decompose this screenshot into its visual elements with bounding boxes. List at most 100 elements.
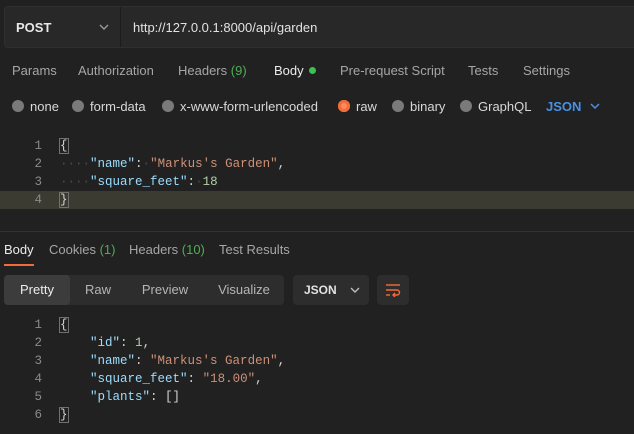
- body-format-select[interactable]: JSON: [546, 94, 601, 118]
- close-brace: }: [59, 407, 69, 423]
- line-number: 4: [34, 193, 42, 207]
- line-number: 3: [34, 175, 42, 189]
- tab-cookies[interactable]: Cookies (1): [49, 238, 115, 262]
- json-value: 1: [135, 336, 143, 350]
- body-type-options: none form-data x-www-form-urlencoded raw…: [0, 94, 634, 118]
- open-brace: {: [59, 317, 69, 333]
- response-format-label: JSON: [304, 283, 337, 297]
- line-number: 2: [34, 157, 42, 171]
- method-label: POST: [16, 19, 52, 35]
- json-key: "id": [90, 336, 121, 350]
- line-number: 6: [34, 408, 42, 422]
- line-number: 3: [34, 354, 42, 368]
- request-body-editor[interactable]: 1 { 2 ····"name":·"Markus's Garden", 3 ·…: [0, 135, 634, 225]
- request-bar: POST http://127.0.0.1:8000/api/garden: [4, 6, 634, 48]
- tab-label: Headers: [129, 242, 179, 257]
- json-key: "name": [90, 354, 136, 368]
- close-brace: }: [59, 192, 69, 208]
- code-line: 3 "name": "Markus's Garden",: [0, 352, 634, 370]
- tab-tests[interactable]: Tests: [468, 58, 498, 84]
- tab-label: Headers: [178, 63, 228, 78]
- tab-label: Cookies: [49, 242, 96, 257]
- radio-circle: [162, 100, 174, 112]
- pane-divider[interactable]: [0, 231, 634, 232]
- method-select[interactable]: POST: [5, 7, 121, 47]
- tab-test-results[interactable]: Test Results: [219, 238, 290, 262]
- view-pretty[interactable]: Pretty: [4, 275, 70, 305]
- active-tab-underline: [4, 264, 34, 266]
- chevron-down-icon: [99, 24, 109, 30]
- line-number: 2: [34, 336, 42, 350]
- radio-label: none: [30, 98, 59, 114]
- radio-graphql[interactable]: GraphQL: [460, 94, 531, 118]
- code-line: 6 }: [0, 406, 634, 424]
- tab-label: Settings: [523, 63, 570, 78]
- url-input[interactable]: http://127.0.0.1:8000/api/garden: [121, 7, 634, 47]
- code-text: "plants": []: [90, 390, 181, 404]
- headers-count: (9): [230, 63, 247, 78]
- tab-label: Authorization: [78, 63, 154, 78]
- body-active-dot: [308, 67, 316, 74]
- code-text: "square_feet": "18.00",: [90, 372, 263, 386]
- code-line: 2 "id": 1,: [0, 334, 634, 352]
- line-number: 5: [34, 390, 42, 404]
- code-line: 2 ····"name":·"Markus's Garden",: [0, 155, 634, 173]
- code-line-current: 4 }: [0, 191, 634, 209]
- response-body-viewer[interactable]: 1 { 2 "id": 1, 3 "name": "Markus's Garde…: [0, 316, 634, 426]
- tab-pre-request-script[interactable]: Pre-request Script: [340, 58, 445, 84]
- radio-label: raw: [356, 98, 377, 114]
- body-format-label: JSON: [546, 98, 582, 114]
- code-text: {: [59, 316, 69, 334]
- line-number: 4: [34, 372, 42, 386]
- response-tabs: Body Cookies (1) Headers (10) Test Resul…: [0, 238, 634, 262]
- json-value: []: [165, 390, 181, 404]
- radio-x-www-form-urlencoded[interactable]: x-www-form-urlencoded: [162, 94, 318, 118]
- json-value: "18.00": [202, 372, 256, 386]
- radio-label: x-www-form-urlencoded: [180, 98, 318, 114]
- tab-headers[interactable]: Headers (9): [178, 58, 247, 84]
- line-number: 1: [34, 318, 42, 332]
- view-visualize[interactable]: Visualize: [206, 275, 282, 305]
- radio-raw[interactable]: raw: [338, 94, 377, 118]
- code-text: ····"name":·"Markus's Garden",: [60, 157, 286, 171]
- wrap-lines-icon: [386, 284, 401, 297]
- view-raw[interactable]: Raw: [70, 275, 126, 305]
- code-line: 1 {: [0, 316, 634, 334]
- json-key: "plants": [90, 390, 151, 404]
- tab-authorization[interactable]: Authorization: [78, 58, 154, 84]
- view-preview[interactable]: Preview: [128, 275, 202, 305]
- response-format-select[interactable]: JSON: [293, 275, 369, 305]
- code-text: "id": 1,: [90, 336, 151, 350]
- tab-params[interactable]: Params: [12, 58, 57, 84]
- radio-circle-selected: [338, 100, 350, 112]
- json-key: "name": [90, 157, 136, 171]
- tab-label: Test Results: [219, 242, 290, 257]
- tab-label: Pre-request Script: [340, 63, 445, 78]
- json-value: "Markus's Garden": [150, 354, 278, 368]
- open-brace: {: [59, 138, 69, 154]
- tab-response-headers[interactable]: Headers (10): [129, 238, 205, 262]
- json-key: "square_feet": [90, 372, 188, 386]
- json-value: "Markus's Garden": [150, 157, 278, 171]
- tab-label: Body: [274, 63, 304, 78]
- code-text: {: [59, 137, 69, 155]
- headers-count: (10): [181, 242, 205, 257]
- code-line: 4 "square_feet": "18.00",: [0, 370, 634, 388]
- json-value: 18: [202, 175, 218, 189]
- json-key: "square_feet": [90, 175, 188, 189]
- code-line: 1 {: [0, 137, 634, 155]
- chevron-down-icon: [590, 103, 600, 110]
- wrap-lines-button[interactable]: [377, 275, 409, 305]
- radio-none[interactable]: none: [12, 94, 59, 118]
- radio-circle: [72, 100, 84, 112]
- code-line: 3 ····"square_feet":·18: [0, 173, 634, 191]
- tab-label: Body: [4, 242, 34, 257]
- tab-response-body[interactable]: Body: [4, 238, 34, 262]
- tab-label: Tests: [468, 63, 499, 78]
- radio-circle: [392, 100, 404, 112]
- radio-form-data[interactable]: form-data: [72, 94, 146, 118]
- tab-body[interactable]: Body: [274, 58, 316, 84]
- tab-label: Params: [12, 63, 57, 78]
- tab-settings[interactable]: Settings: [523, 58, 570, 84]
- radio-binary[interactable]: binary: [392, 94, 445, 118]
